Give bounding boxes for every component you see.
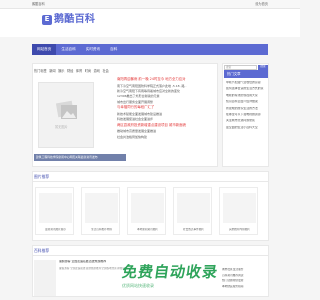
search-button[interactable]: 搜索 <box>258 65 268 70</box>
news-headline[interactable]: 与幸福同行的每段广汇了 <box>117 105 209 112</box>
recommend-side-list: 城市社区生活服务 百科资讯推荐阅读 热门话题持续更新 本地便民服务指南 <box>222 268 268 290</box>
news-list: 南阳再迎暴雨 前一晚 24时至今 地方全力应对 南下冷空气南阳国防科学院正式落户… <box>117 77 209 140</box>
picture-card[interactable]: 本地新闻资讯图片 <box>127 187 166 235</box>
category-item[interactable]: 体育 <box>76 69 82 73</box>
hero-image-placeholder[interactable]: 暂无图片 <box>38 82 94 148</box>
card-title: 其他推荐内容图片 <box>229 228 250 231</box>
category-item[interactable]: 财经 <box>67 69 73 73</box>
nav-item-wiki[interactable]: 百科 <box>105 44 122 55</box>
nav-item-news[interactable]: 实时资讯 <box>81 44 105 55</box>
hero-image-caption: 暂无图片 <box>55 125 68 129</box>
search-box: 搜索 搜索 <box>224 65 268 70</box>
card-image <box>85 193 118 223</box>
nav-item-home[interactable]: 网站首页 <box>32 44 57 55</box>
category-bar: 热门标签 新闻 娱乐 财经 体育 时尚 游戏 社会 <box>34 69 109 73</box>
picture-card[interactable]: 社会热点事件图片 <box>173 187 212 235</box>
card-title: 生活百科推荐内容 <box>91 228 112 231</box>
category-item[interactable]: 社会 <box>103 69 109 73</box>
category-label: 热门标签 <box>34 69 47 73</box>
category-item[interactable]: 娱乐 <box>58 69 64 73</box>
nav-item-life[interactable]: 生活百科 <box>56 44 80 55</box>
recommend-divider <box>32 255 269 256</box>
image-placeholder-icon <box>55 100 77 119</box>
search-input-text: 搜索 <box>226 66 232 69</box>
logo-text: 鹅酷百科 <box>54 14 96 25</box>
card-title: 社会热点事件图片 <box>183 228 204 231</box>
top-bar-left[interactable]: 鹅酷百科 <box>32 2 45 6</box>
news-headline[interactable]: 两区县政府投资新增重点建设项目 城市新面貌 <box>117 123 209 130</box>
news-headline[interactable]: 南阳再迎暴雨 前一晚 24时至今 地方全力应对 <box>117 77 209 84</box>
card-title: 最新资讯图片展示 <box>45 228 66 231</box>
category-item[interactable]: 游戏 <box>94 69 100 73</box>
picture-card[interactable]: 其他推荐内容图片 <box>219 187 258 235</box>
news-item[interactable]: 社会共治格局加快构建 <box>117 135 209 140</box>
picture-card[interactable]: 生活百科推荐内容 <box>81 187 120 235</box>
card-image <box>131 193 164 223</box>
watermark-subtext: 优质网站快速收录 <box>122 283 154 288</box>
sidebar-list: 中秋节加油气温较低的意思 如何选择合适的生活方式的意 电视的有线的现在用大家 知… <box>226 81 268 132</box>
hero-caption[interactable]: 建筑工程科技学院新闻中心网页关联最新资讯发布 <box>34 154 126 161</box>
logo-mark-icon: E <box>42 14 52 25</box>
pictures-section-title: 图片推荐 <box>34 174 50 179</box>
recommend-image <box>34 260 56 296</box>
card-image <box>177 193 210 223</box>
top-bar: 鹅酷百科 设为首页 <box>0 0 300 9</box>
category-item[interactable]: 新闻 <box>49 69 55 73</box>
recommend-side-item[interactable]: 本地便民服务指南 <box>222 285 268 291</box>
pictures-divider <box>32 181 269 182</box>
set-homepage-link[interactable]: 设为首页 <box>255 2 268 6</box>
search-input[interactable]: 搜索 <box>224 65 257 70</box>
card-image <box>39 193 72 223</box>
main-nav: 网站首页 生活百科 实时资讯 百科 <box>32 44 268 55</box>
card-title: 本地新闻资讯图片 <box>137 228 158 231</box>
picture-card[interactable]: 最新资讯图片展示 <box>35 187 74 235</box>
recommend-section-title: 百科推荐 <box>34 248 50 253</box>
sidebar-item[interactable]: 最全面的生活小百科大全 <box>226 126 268 132</box>
category-item[interactable]: 时尚 <box>85 69 91 73</box>
watermark-text: 免费自动收录 <box>120 263 220 281</box>
sidebar-title: 热门文章 <box>224 70 268 78</box>
card-image <box>223 193 256 223</box>
site-logo[interactable]: E 鹅酷百科 <box>42 13 95 27</box>
